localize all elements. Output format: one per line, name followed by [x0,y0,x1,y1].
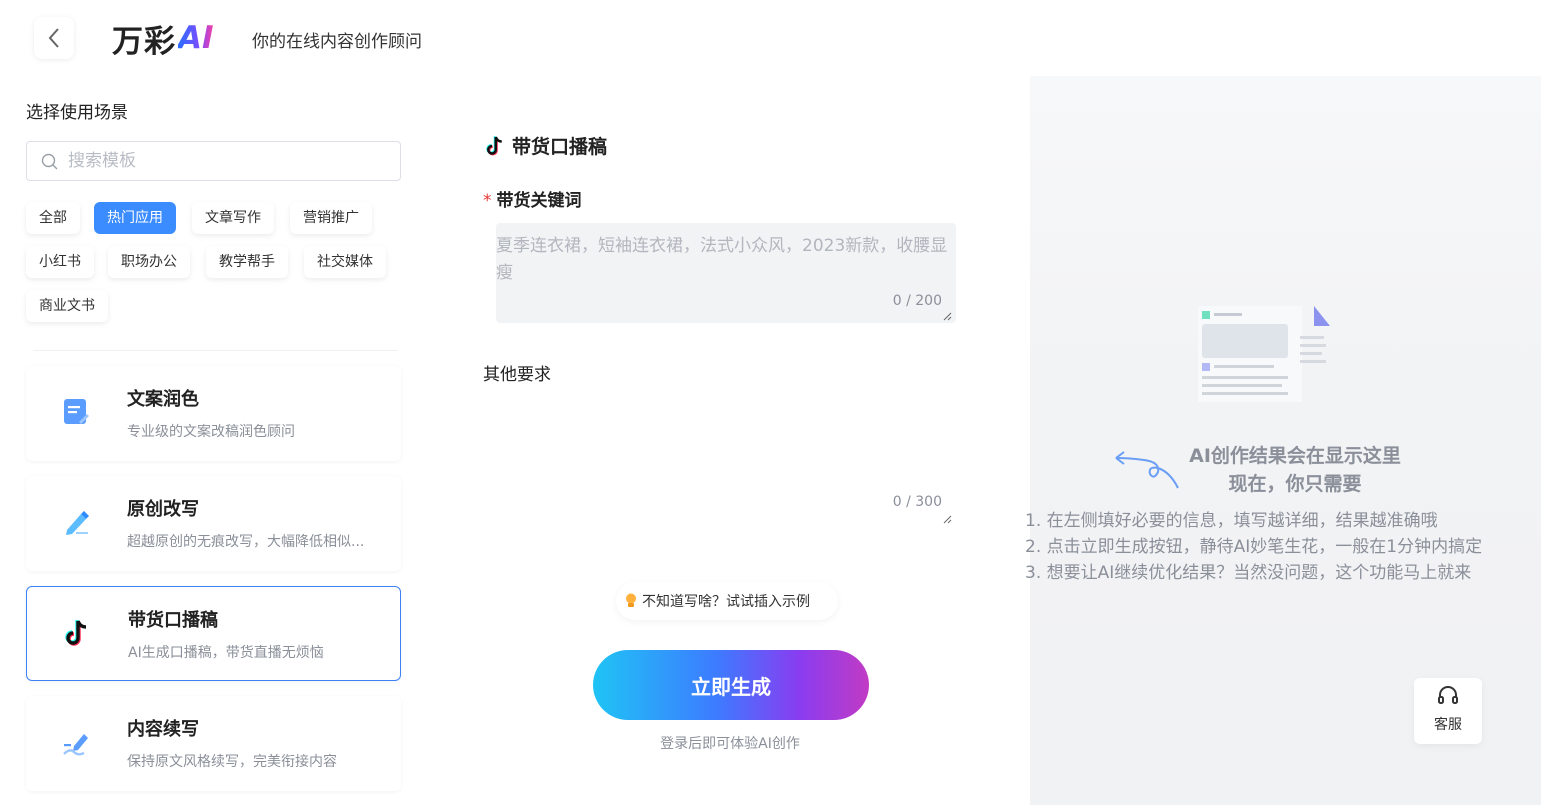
headset-icon [1438,686,1458,704]
tag-teaching[interactable]: 教学帮手 [206,246,288,278]
tag-marketing[interactable]: 营销推广 [290,202,372,234]
insert-example-button[interactable]: 不知道写啥？试试插入示例 [616,582,838,620]
result-heading-line2: 现在，你只需要 [1228,473,1362,495]
card-description: 保持原文风格续写，完美衔接内容 [127,754,337,770]
header-tagline: 你的在线内容创作顾问 [252,32,422,52]
template-card-copy-polish[interactable]: 文案润色 专业级的文案改稿润色顾问 [26,366,401,461]
document-illustration-icon [1198,306,1330,402]
pencil-icon [66,511,89,535]
lightbulb-icon [626,593,636,607]
other-requirements-textarea[interactable]: 0 / 300 [496,486,956,524]
template-card-live-script[interactable]: 带货口播稿 AI生成口播稿，带货直播无烦恼 [26,586,401,681]
card-description: 超越原创的无痕改写，大幅降低相似... [127,534,365,550]
form-panel: 带货口播稿 * 带货关键词 夏季连衣裙，短袖连衣裙，法式小众风，2023新款，收腰… [430,76,1030,805]
result-step: 3. 想要让AI继续优化结果？当然没问题，这个功能马上就来 [1025,563,1472,583]
keyword-placeholder: 夏季连衣裙，短袖连衣裙，法式小众风，2023新款，收腰显瘦 [496,236,948,283]
card-description: 专业级的文案改稿润色顾问 [127,424,295,440]
result-step: 2. 点击立即生成按钮，静待AI妙笔生花，一般在1分钟内搞定 [1025,537,1483,557]
scene-sidebar: 选择使用场景 全部 热门应用 文章写作 营销推广 小红书 职场办公 教学帮手 社… [0,76,430,805]
logo-text: 万彩 [112,23,176,60]
example-hint-text: 不知道写啥？试试插入示例 [642,594,810,610]
result-steps: 1. 在左侧填好必要的信息，填写越详细，结果越准确哦 2. 点击立即生成按钮，静… [1025,508,1482,586]
sidebar-title: 选择使用场景 [26,103,128,123]
top-header: 万彩 AI 你的在线内容创作顾问 [0,0,1541,76]
service-label: 客服 [1434,717,1462,733]
result-panel: AI创作结果会在显示这里 现在，你只需要 1. 在左侧填好必要的信息，填写越详细… [1025,76,1541,805]
pen-write-icon [63,734,88,756]
search-icon [41,153,58,169]
back-button[interactable] [34,17,74,59]
tag-all[interactable]: 全部 [26,202,80,234]
keyword-textarea[interactable]: 夏季连衣裙，短袖连衣裙，法式小众风，2023新款，收腰显瘦 0 / 200 [496,223,956,323]
keyword-label: * 带货关键词 [483,186,582,211]
template-search-box[interactable] [26,141,401,181]
app-logo[interactable]: 万彩 AI [112,18,214,60]
other-char-counter: 0 / 300 [892,494,942,510]
result-heading-line1: AI创作结果会在显示这里 [1189,445,1401,467]
required-mark: * [483,191,492,211]
template-search-input[interactable] [68,151,368,171]
card-description: AI生成口播稿，带货直播无烦恼 [128,645,324,661]
form-title: 带货口播稿 [484,132,607,159]
keyword-label-text: 带货关键词 [496,191,582,211]
other-requirements-label: 其他要求 [483,365,551,385]
card-title: 文案润色 [127,389,199,410]
generate-button[interactable]: 立即生成 [593,650,869,720]
tiktok-icon [486,135,502,155]
customer-service-button[interactable]: 客服 [1414,678,1482,744]
sidebar-divider [33,350,398,351]
tag-social-media[interactable]: 社交媒体 [304,246,386,278]
tag-office[interactable]: 职场办公 [108,246,190,278]
tag-xiaohongshu[interactable]: 小红书 [26,246,94,278]
template-card-rewrite[interactable]: 原创改写 超越原创的无痕改写，大幅降低相似... [26,476,401,571]
result-heading: AI创作结果会在显示这里 现在，你只需要 [1030,442,1541,498]
form-title-text: 带货口播稿 [512,136,608,158]
card-title: 内容续写 [127,719,199,740]
tag-article-writing[interactable]: 文章写作 [192,202,274,234]
resize-handle-icon[interactable] [942,514,952,524]
document-edit-icon [64,399,89,424]
resize-handle-icon[interactable] [942,311,952,321]
tiktok-icon [65,620,87,646]
card-title: 带货口播稿 [128,610,218,631]
tag-business-docs[interactable]: 商业文书 [26,290,108,322]
card-title: 原创改写 [127,499,199,520]
tag-hot-apps[interactable]: 热门应用 [94,202,176,234]
logo-ai-text: AI [178,20,214,56]
login-hint: 登录后即可体验AI创作 [660,736,800,752]
keyword-char-counter: 0 / 200 [892,293,942,309]
chevron-left-icon [48,28,59,48]
result-step: 1. 在左侧填好必要的信息，填写越详细，结果越准确哦 [1025,511,1438,531]
template-card-continue-writing[interactable]: 内容续写 保持原文风格续写，完美衔接内容 [26,696,401,791]
